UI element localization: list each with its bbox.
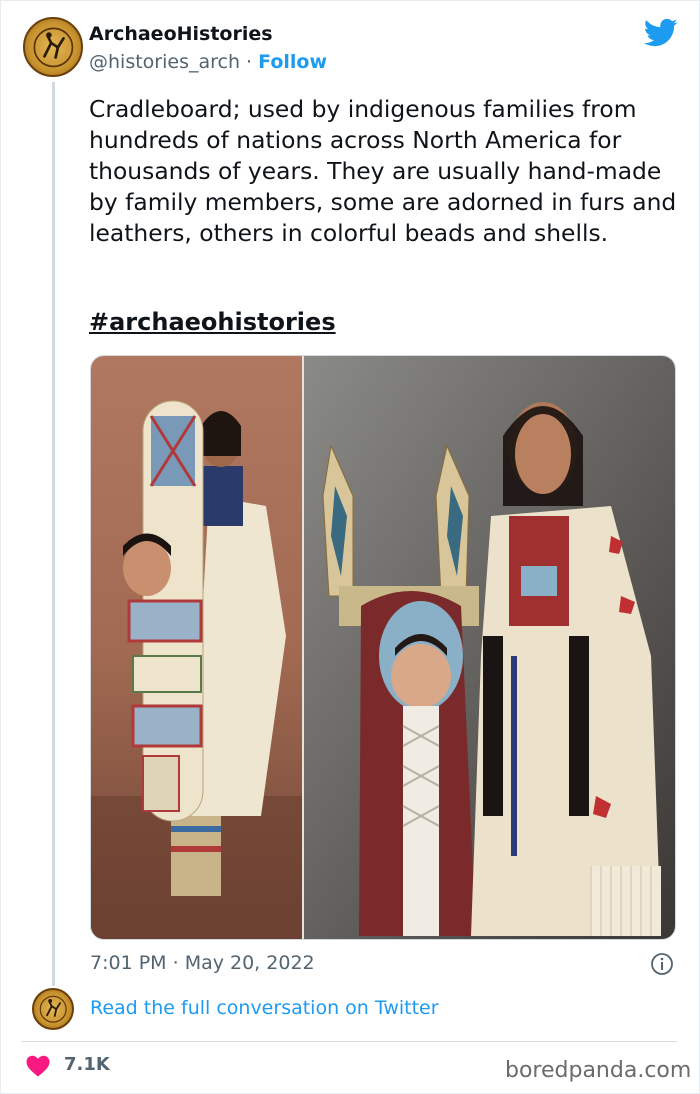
twitter-bird-icon[interactable] [644,18,678,48]
tweet-date: May 20, 2022 [184,952,315,974]
tweet-time: 7:01 PM [90,952,167,974]
boredpanda-watermark: boredpanda.com [505,1058,692,1083]
avatar-figure-icon [39,995,67,1023]
info-icon[interactable] [650,952,674,976]
avatar-figure-icon [33,27,73,67]
follow-button[interactable]: Follow [258,51,327,73]
read-full-conversation-link[interactable]: Read the full conversation on Twitter [90,997,439,1019]
author-avatar-small[interactable] [32,988,74,1030]
like-count[interactable]: 7.1K [64,1054,110,1075]
tweet-text: Cradleboard; used by indigenous families… [89,95,677,247]
date-separator: · [166,952,185,974]
author-avatar[interactable] [23,17,83,77]
footer-divider [22,1041,677,1042]
author-handle-line: @histories_arch · Follow [89,51,327,73]
photo-illustration [91,356,675,939]
tweet-timestamp[interactable]: 7:01 PM · May 20, 2022 [90,952,315,974]
author-display-name[interactable]: ArchaeoHistories [89,23,273,45]
tweet-photo[interactable] [90,355,676,940]
author-handle[interactable]: @histories_arch [89,51,240,73]
hashtag-link[interactable]: #archaeohistories [89,308,336,336]
heart-icon[interactable] [26,1055,50,1077]
thread-line [52,82,55,986]
handle-separator: · [240,51,259,73]
